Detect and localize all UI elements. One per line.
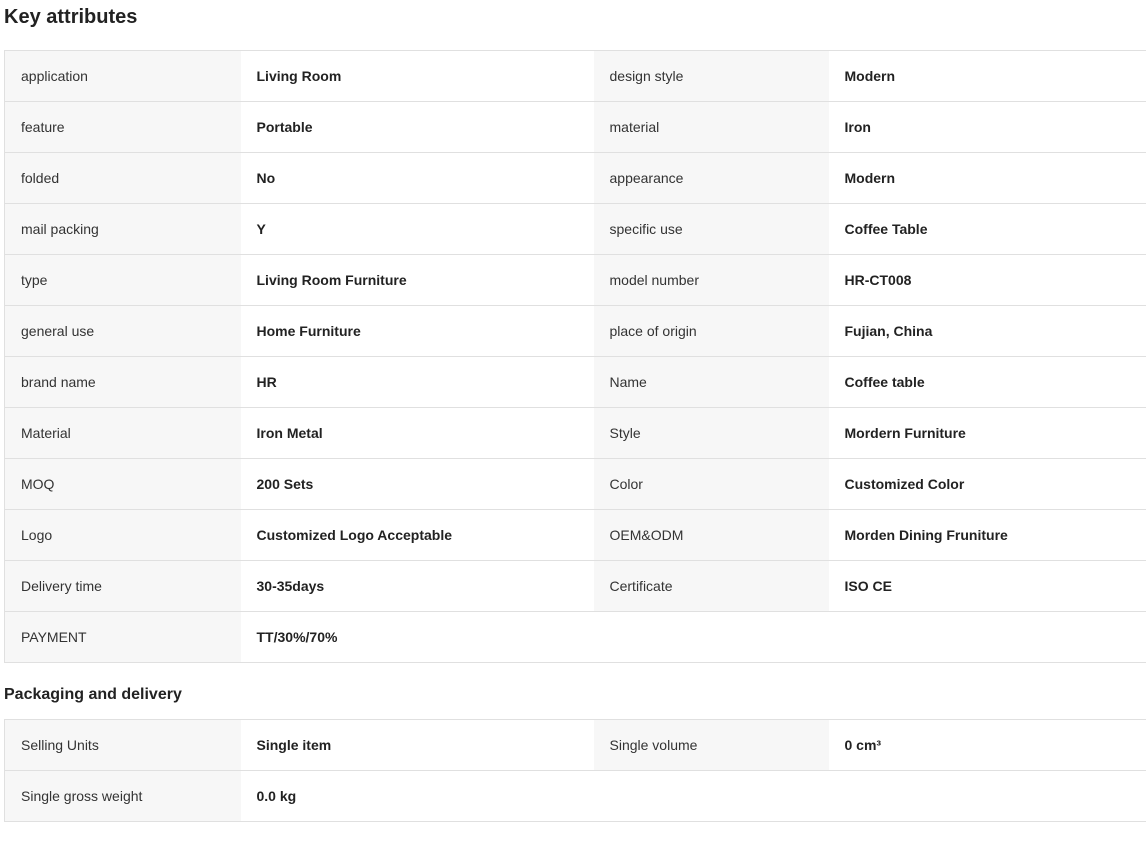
- attribute-label: Certificate: [593, 560, 829, 612]
- attribute-row: PAYMENT TT/30%/70%: [4, 611, 1146, 663]
- attribute-value: Fujian, China: [828, 305, 1146, 357]
- attribute-row: feature Portable material Iron: [4, 101, 1146, 153]
- attribute-value: Morden Dining Fruniture: [828, 509, 1146, 561]
- attribute-value: Y: [240, 203, 594, 255]
- attribute-value: 0 cm³: [828, 719, 1146, 771]
- attribute-label: general use: [4, 305, 241, 357]
- attribute-row: application Living Room design style Modern: [4, 50, 1146, 102]
- key-attributes-table: application Living Room design style Modern…: [4, 50, 1146, 663]
- attribute-value: Living Room Furniture: [240, 254, 594, 306]
- attribute-label: appearance: [593, 152, 829, 204]
- attribute-value: TT/30%/70%: [240, 611, 594, 663]
- attribute-row: mail packing Yspecific use Coffee Table: [4, 203, 1146, 255]
- attribute-value: Iron: [828, 101, 1146, 153]
- attribute-value: 0.0 kg: [240, 770, 594, 822]
- attribute-row: Logo Customized Logo Acceptable OEM&ODM Mor…: [4, 509, 1146, 561]
- attribute-value: Modern: [828, 50, 1146, 102]
- attribute-row: Material Iron Metal Style Mordern Furniture: [4, 407, 1146, 459]
- attribute-label: Material: [4, 407, 241, 459]
- packaging-table: Selling Units Single item Single volume 0 c…: [4, 719, 1146, 822]
- attribute-label: application: [4, 50, 241, 102]
- attribute-label: model number: [593, 254, 829, 306]
- attribute-label: Delivery time: [4, 560, 241, 612]
- product-attributes-page: Key attributes application Living Room des…: [0, 0, 1146, 854]
- attribute-row: MOQ 200 Sets Color Customized Color: [4, 458, 1146, 510]
- attribute-label: Name: [593, 356, 829, 408]
- attribute-label: [593, 611, 829, 663]
- attribute-value: Home Furniture: [240, 305, 594, 357]
- attribute-label: Color: [593, 458, 829, 510]
- attribute-row: Single gross weight 0.0 kg: [4, 770, 1146, 822]
- attribute-row: Delivery time 30-35days Certificate ISO CE: [4, 560, 1146, 612]
- attribute-label: [593, 770, 829, 822]
- attribute-row: brand name HR Name Coffee table: [4, 356, 1146, 408]
- attribute-value: HR: [240, 356, 594, 408]
- attribute-label: folded: [4, 152, 241, 204]
- attribute-value: Living Room: [240, 50, 594, 102]
- attribute-label: Single gross weight: [4, 770, 241, 822]
- attribute-value: 200 Sets: [240, 458, 594, 510]
- attribute-value: Modern: [828, 152, 1146, 204]
- attribute-value: HR-CT008: [828, 254, 1146, 306]
- attribute-value: 30-35days: [240, 560, 594, 612]
- attribute-value: Coffee table: [828, 356, 1146, 408]
- attribute-label: mail packing: [4, 203, 241, 255]
- attribute-row: folded No appearance Modern: [4, 152, 1146, 204]
- attribute-value: ISO CE: [828, 560, 1146, 612]
- attribute-label: design style: [593, 50, 829, 102]
- attribute-label: Single volume: [593, 719, 829, 771]
- attribute-label: Logo: [4, 509, 241, 561]
- packaging-heading: Packaging and delivery: [4, 686, 182, 703]
- attribute-row: type Living Room Furniture model number HR-…: [4, 254, 1146, 306]
- attribute-value: Customized Color: [828, 458, 1146, 510]
- attribute-label: MOQ: [4, 458, 241, 510]
- attribute-value: Single item: [240, 719, 594, 771]
- attribute-label: type: [4, 254, 241, 306]
- attribute-label: place of origin: [593, 305, 829, 357]
- attribute-value: [828, 770, 1146, 822]
- attribute-value: Iron Metal: [240, 407, 594, 459]
- attribute-value: Portable: [240, 101, 594, 153]
- attribute-label: Style: [593, 407, 829, 459]
- attribute-label: PAYMENT: [4, 611, 241, 663]
- attribute-value: Mordern Furniture: [828, 407, 1146, 459]
- attribute-label: brand name: [4, 356, 241, 408]
- attribute-label: Selling Units: [4, 719, 241, 771]
- attribute-value: Coffee Table: [828, 203, 1146, 255]
- attribute-value: No: [240, 152, 594, 204]
- attribute-label: feature: [4, 101, 241, 153]
- key-attributes-heading: Key attributes: [4, 6, 138, 28]
- attribute-row: Selling Units Single item Single volume 0 c…: [4, 719, 1146, 771]
- attribute-row: general use Home Furniture place of origin…: [4, 305, 1146, 357]
- attribute-value: [828, 611, 1146, 663]
- attribute-label: material: [593, 101, 829, 153]
- attribute-value: Customized Logo Acceptable: [240, 509, 594, 561]
- attribute-label: OEM&ODM: [593, 509, 829, 561]
- attribute-label: specific use: [593, 203, 829, 255]
